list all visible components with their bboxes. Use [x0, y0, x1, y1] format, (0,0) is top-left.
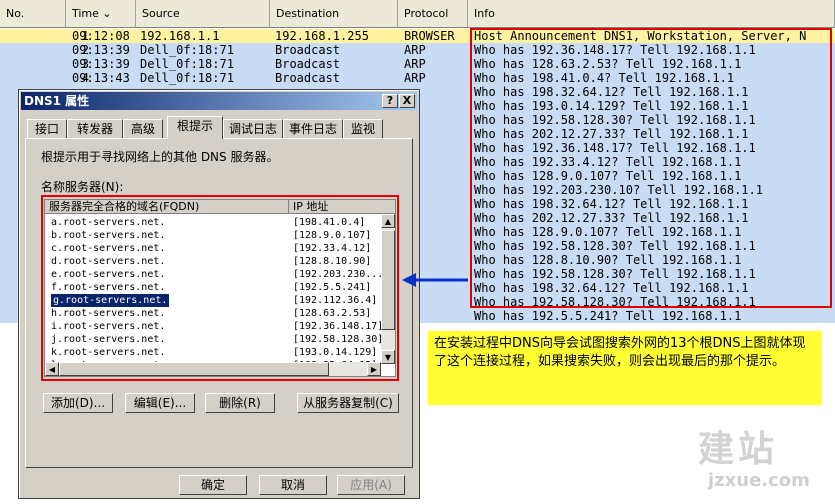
cell-source: Dell_0f:18:71 [140, 43, 234, 57]
column-header-no[interactable]: No. [0, 0, 66, 28]
dns-properties-dialog: DNS1 属性 ? X 接口 转发器 高级 根提示 调试日志 事件日志 监视 根… [18, 89, 420, 499]
cell-protocol: ARP [404, 43, 426, 57]
tab-monitoring[interactable]: 监视 [343, 119, 383, 138]
cell-info: Who has 192.5.5.241? Tell 192.168.1.1 [474, 309, 742, 323]
dialog-titlebar[interactable]: DNS1 属性 ? X [21, 92, 417, 110]
dialog-title: DNS1 属性 [24, 94, 90, 108]
name-servers-label: 名称服务器(N): [41, 180, 124, 194]
info-highlight-box [470, 28, 832, 308]
tab-advanced[interactable]: 高级 [123, 119, 163, 138]
cell-source: Dell_0f:18:71 [140, 71, 234, 85]
column-header-destination[interactable]: Destination [270, 0, 398, 28]
column-header-info[interactable]: Info [468, 0, 835, 28]
annotation-note: 在安装过程中DNS向导会试图搜索外网的13个根DNS上图就体现了这个连接过程，如… [428, 331, 822, 405]
cell-protocol: ARP [404, 57, 426, 71]
remove-button[interactable]: 删除(R) [205, 393, 275, 413]
cell-destination: 192.168.1.255 [275, 29, 369, 43]
add-button[interactable]: 添加(D)... [43, 393, 113, 413]
root-hints-description: 根提示用于寻找网络上的其他 DNS 服务器。 [41, 150, 279, 164]
cell-protocol: ARP [404, 71, 426, 85]
cancel-button[interactable]: 取消 [259, 475, 327, 495]
copy-from-server-button[interactable]: 从服务器复制(C) [297, 393, 399, 413]
column-header-protocol[interactable]: Protocol [398, 0, 468, 28]
cell-time: 09:12:08 [72, 29, 130, 43]
edit-button[interactable]: 编辑(E)... [125, 393, 195, 413]
cell-destination: Broadcast [275, 71, 341, 85]
tab-root-hints[interactable]: 根提示 [167, 116, 223, 139]
cell-time: 09:13:39 [72, 43, 130, 57]
cell-time: 09:13:39 [72, 57, 130, 71]
list-highlight-box [41, 195, 399, 381]
ok-button[interactable]: 确定 [179, 475, 247, 495]
cell-destination: Broadcast [275, 43, 341, 57]
column-header-time[interactable]: Time ⌄ [66, 0, 136, 28]
close-button[interactable]: X [399, 94, 415, 108]
cell-source: 192.168.1.1 [140, 29, 220, 43]
cell-source: Dell_0f:18:71 [140, 57, 234, 71]
help-button[interactable]: ? [382, 94, 398, 108]
tab-forwarders[interactable]: 转发器 [67, 119, 123, 138]
arrow-left-icon [402, 273, 468, 287]
watermark-url: jzxue.com [708, 470, 810, 491]
cell-time: 09:13:43 [72, 71, 130, 85]
watermark-logo: 建站 [698, 429, 779, 470]
tab-interfaces[interactable]: 接口 [27, 119, 67, 138]
column-header-source[interactable]: Source [136, 0, 270, 28]
cell-protocol: BROWSER [404, 29, 455, 43]
watermark: 建站 jzxue.com [688, 420, 828, 500]
tab-debug-logging[interactable]: 调试日志 [223, 119, 283, 138]
cell-destination: Broadcast [275, 57, 341, 71]
apply-button[interactable]: 应用(A) [337, 475, 405, 495]
tab-event-logging[interactable]: 事件日志 [283, 119, 343, 138]
